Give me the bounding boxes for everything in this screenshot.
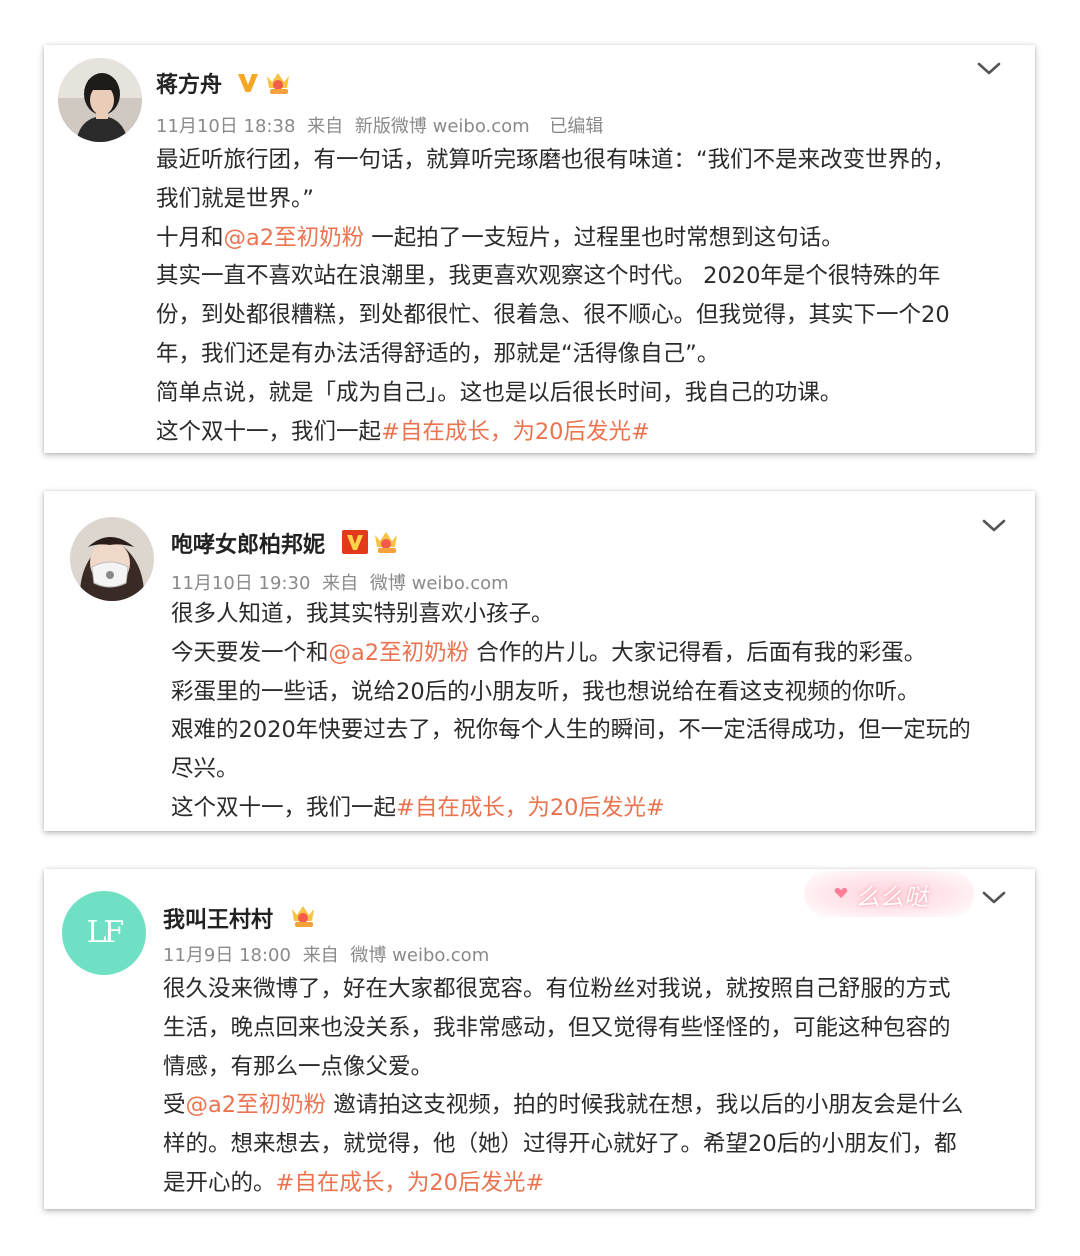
weibo-post-card: LF 我叫王村村 么么哒 11月9日 18:00 来自 微博 weibo.com…: [44, 869, 1035, 1209]
crown-badge-icon: [375, 532, 397, 553]
post-text-segment: 很多人知道，我其实特别喜欢小孩子。: [171, 601, 554, 627]
post-meta: 11月9日 18:00 来自 微博 weibo.com: [163, 941, 489, 967]
post-text-segment: 一起拍了一支短片，过程里也时常想到这句话。: [364, 224, 844, 251]
post-text-line: 是开心的。#自在成长，为20后发光#: [163, 1164, 963, 1203]
from-label: 来自: [322, 573, 359, 594]
from-label: 来自: [307, 116, 344, 137]
post-text: 很多人知道，我其实特别喜欢小孩子。 今天要发一个和@a2至初奶粉 合作的片儿。大家…: [171, 595, 971, 828]
chevron-down-icon[interactable]: [981, 518, 1007, 534]
post-text-line: 最近听旅行团，有一句话，就算听完琢磨也很有味道：“我们不是来改变世界的，: [156, 141, 955, 180]
crown-badge-icon: [292, 906, 314, 927]
verified-v-icon: [238, 74, 258, 92]
post-text-segment: 我们就是世界。”: [156, 185, 314, 212]
post-time[interactable]: 11月10日 19:30: [171, 573, 310, 594]
mention-link[interactable]: @a2至初奶粉: [224, 225, 365, 251]
post-time[interactable]: 11月9日 18:00: [163, 945, 291, 966]
post-text-segment: 很久没来微博了，好在大家都很宽容。有位粉丝对我说，就按照自己舒服的方式: [163, 976, 951, 1002]
post-text-segment: 今天要发一个和: [171, 639, 329, 666]
post-text-segment: 其实一直不喜欢站在浪潮里，我更喜欢观察这个时代。 2020年是个很特殊的年: [156, 263, 941, 290]
chevron-down-icon[interactable]: [976, 61, 1002, 77]
post-source[interactable]: 微博 weibo.com: [370, 573, 509, 594]
post-text-segment: 邀请拍这支视频，拍的时候我就在想，我以后的小朋友会是什么: [326, 1092, 964, 1119]
post-text-line: 今天要发一个和@a2至初奶粉 合作的片儿。大家记得看，后面有我的彩蛋。: [171, 634, 971, 673]
post-time[interactable]: 11月10日 18:38: [156, 116, 295, 137]
post-text-segment: 情感，有那么一点像父爱。: [163, 1053, 434, 1080]
decoration-text: 么么哒: [856, 883, 928, 911]
heart-icon: [834, 888, 848, 898]
username[interactable]: 我叫王村村: [163, 902, 273, 934]
post-text-segment: 是开心的。: [163, 1169, 276, 1196]
post-text-segment: 这个双十一，我们一起: [156, 418, 382, 445]
post-text-segment: 最近听旅行团，有一句话，就算听完琢磨也很有味道：“我们不是来改变世界的，: [156, 147, 956, 173]
avatar[interactable]: LF: [62, 891, 146, 975]
post-text-segment: 年，我们还是有办法活得舒适的，那就是“活得像自己”。: [156, 340, 720, 367]
username[interactable]: 蒋方舟: [156, 67, 222, 99]
post-text-line: 尽兴。: [171, 750, 971, 789]
post-text-segment: 十月和: [156, 224, 224, 251]
post-text-segment: 艰难的2020年快要过去了，祝你每个人生的瞬间，不一定活得成功，但一定玩的: [171, 717, 971, 744]
avatar-monogram: LF: [86, 915, 125, 950]
username[interactable]: 咆哮女郎柏邦妮: [171, 527, 325, 559]
post-text-segment: 简单点说，就是「成为自己」。这也是以后很长时间，我自己的功课。: [156, 379, 843, 406]
weibo-post-card: 咆哮女郎柏邦妮 11月10日 19:30 来自 微博 weibo.com 很多人…: [44, 491, 1035, 831]
post-text-segment: 生活，晚点回来也没关系，我非常感动，但又觉得有些怪怪的，可能这种包容的: [163, 1014, 951, 1041]
post-source[interactable]: 新版微博 weibo.com: [355, 116, 530, 137]
post-text-line: 样的。想来想去，就觉得，他（她）过得开心就好了。希望20后的小朋友们，都: [163, 1125, 963, 1164]
post-text-line: 生活，晚点回来也没关系，我非常感动，但又觉得有些怪怪的，可能这种包容的: [163, 1009, 963, 1048]
post-text-line: 彩蛋里的一些话，说给20后的小朋友听，我也想说给在看这支视频的你听。: [171, 673, 971, 712]
post-meta: 11月10日 19:30 来自 微博 weibo.com: [171, 569, 509, 595]
hashtag-link[interactable]: #自在成长，为20后发光#: [276, 1170, 545, 1196]
edited-label[interactable]: 已编辑: [549, 116, 603, 137]
post-text-segment: 合作的片儿。大家记得看，后面有我的彩蛋。: [469, 639, 927, 666]
post-text-line: 十月和@a2至初奶粉 一起拍了一支短片，过程里也时常想到这句话。: [156, 219, 955, 258]
post-text-line: 我们就是世界。”: [156, 180, 955, 219]
post-text-line: 这个双十一，我们一起#自在成长，为20后发光#: [171, 789, 971, 828]
verified-v-icon: [342, 530, 368, 554]
crown-badge-icon: [267, 73, 289, 94]
post-text-line: 受@a2至初奶粉 邀请拍这支视频，拍的时候我就在想，我以后的小朋友会是什么: [163, 1086, 963, 1125]
badge-group: [236, 70, 292, 96]
post-text-line: 份，到处都很糟糕，到处都很忙、很着急、很不顺心。但我觉得，其实下一个20: [156, 296, 955, 335]
hashtag-link[interactable]: #自在成长，为20后发光#: [396, 795, 665, 821]
post-text-line: 其实一直不喜欢站在浪潮里，我更喜欢观察这个时代。 2020年是个很特殊的年: [156, 257, 955, 296]
from-label: 来自: [302, 945, 339, 966]
post-text-segment: 份，到处都很糟糕，到处都很忙、很着急、很不顺心。但我觉得，其实下一个20: [156, 302, 950, 329]
post-text-segment: 这个双十一，我们一起: [171, 794, 397, 821]
post-text: 最近听旅行团，有一句话，就算听完琢磨也很有味道：“我们不是来改变世界的， 我们就是…: [156, 141, 955, 451]
post-text-line: 很多人知道，我其实特别喜欢小孩子。: [171, 595, 971, 634]
post-text-line: 简单点说，就是「成为自己」。这也是以后很长时间，我自己的功课。: [156, 374, 955, 413]
badge-group: [342, 529, 400, 555]
post-text-segment: 样的。想来想去，就觉得，他（她）过得开心就好了。希望20后的小朋友们，都: [163, 1131, 957, 1158]
chevron-down-icon[interactable]: [981, 890, 1007, 906]
post-text-line: 很久没来微博了，好在大家都很宽容。有位粉丝对我说，就按照自己舒服的方式: [163, 970, 963, 1009]
post-text-line: 情感，有那么一点像父爱。: [163, 1048, 963, 1087]
post-text-line: 年，我们还是有办法活得舒适的，那就是“活得像自己”。: [156, 335, 955, 374]
card-decoration: 么么哒: [804, 871, 974, 917]
post-text-segment: 受: [163, 1092, 186, 1119]
avatar[interactable]: [70, 517, 154, 601]
post-text-segment: 彩蛋里的一些话，说给20后的小朋友听，我也想说给在看这支视频的你听。: [171, 678, 920, 705]
mention-link[interactable]: @a2至初奶粉: [329, 640, 470, 666]
post-text-line: 这个双十一，我们一起#自在成长，为20后发光#: [156, 413, 955, 452]
post-source[interactable]: 微博 weibo.com: [350, 945, 489, 966]
post-meta: 11月10日 18:38 来自 新版微博 weibo.com 已编辑: [156, 112, 603, 138]
hashtag-link[interactable]: #自在成长，为20后发光#: [381, 419, 650, 445]
post-text: 很久没来微博了，好在大家都很宽容。有位粉丝对我说，就按照自己舒服的方式 生活，晚点…: [163, 970, 963, 1203]
mention-link[interactable]: @a2至初奶粉: [186, 1092, 327, 1118]
post-text-line: 艰难的2020年快要过去了，祝你每个人生的瞬间，不一定活得成功，但一定玩的: [171, 711, 971, 750]
post-text-segment: 尽兴。: [171, 756, 239, 783]
badge-group: [289, 903, 317, 929]
weibo-post-card: 蒋方舟 11月10日 18:38 来自 新版微博 weibo.com 已编辑 最…: [44, 45, 1035, 453]
avatar[interactable]: [58, 58, 142, 142]
